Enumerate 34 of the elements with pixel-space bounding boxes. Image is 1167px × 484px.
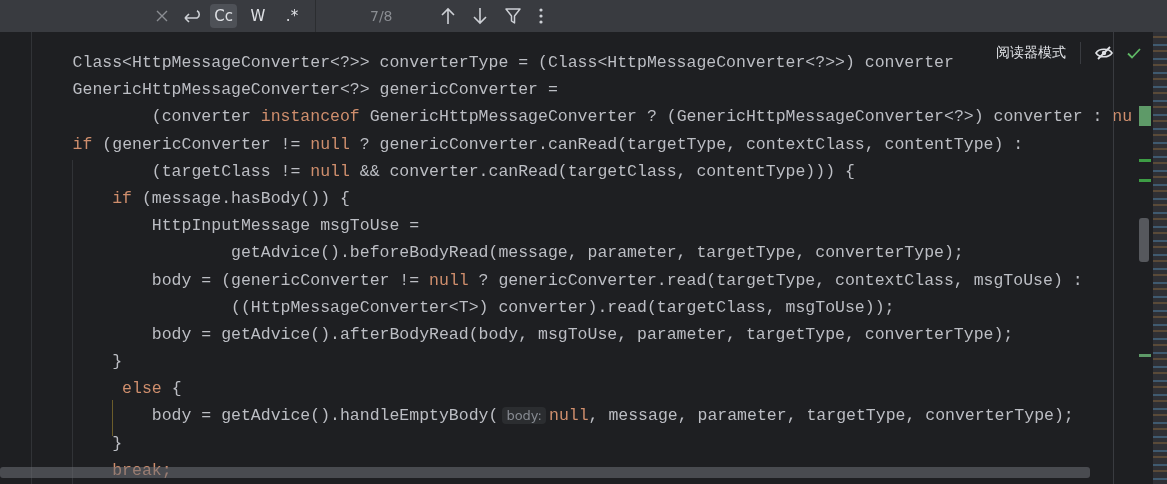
- change-marker: [1139, 159, 1151, 162]
- code-line: HttpInputMessage msgToUse =: [150, 215, 420, 238]
- code-line: ((HttpMessageConverter<T>) converter).read(targetClass, msgToUse));: [230, 296, 895, 319]
- search-option-toggle[interactable]: Cc: [210, 4, 237, 28]
- search-option-toggle[interactable]: .*: [279, 4, 305, 28]
- code-line: body = (genericConverter != null ? genericConverter.read(targetType, contextClass, msgToUse) :: [150, 269, 1083, 292]
- code-line: GenericHttpMessageConverter<?> genericConverter =: [71, 79, 558, 102]
- code-line: else {: [121, 378, 182, 401]
- code-line: Class<HttpMessageConverter<?>> converterType = (Class<HttpMessageConverter<?>>) converter: [71, 52, 954, 74]
- code-line: body = getAdvice().handleEmptyBody( body: null, message, parameter, targetType, converterType);: [150, 405, 1074, 428]
- close-icon[interactable]: [156, 10, 169, 22]
- code-line: getAdvice().beforeBodyRead(message, parameter, targetType, converterType);: [230, 242, 964, 265]
- reader-mode-label[interactable]: 阅读器模式: [996, 44, 1066, 62]
- filter-icon[interactable]: [504, 7, 521, 25]
- change-marker: [1139, 106, 1151, 126]
- arrow-up-icon[interactable]: [440, 7, 455, 25]
- check-icon: [1127, 47, 1141, 59]
- code-line: if (genericConverter != null ? genericConverter.canRead(targetType, contextClass, contentType) :: [71, 133, 1024, 156]
- change-marker: [1139, 179, 1151, 182]
- eye-crossed-icon[interactable]: [1095, 46, 1113, 60]
- change-marker: [1139, 354, 1151, 357]
- code-line: break;: [111, 459, 172, 482]
- match-count: 7/8: [370, 8, 393, 24]
- vertical-scrollbar-thumb[interactable]: [1139, 218, 1149, 262]
- more-icon[interactable]: [538, 8, 543, 24]
- code-line: }: [111, 351, 123, 374]
- code-line: }: [111, 432, 123, 455]
- code-line: body = getAdvice().afterBodyRead(body, msgToUse, parameter, targetType, converterType);: [150, 323, 1014, 346]
- code-line: (targetClass != null && converter.canRead(targetClass, contentType))) {: [150, 160, 855, 183]
- wrap-arrow-icon[interactable]: [182, 8, 203, 24]
- arrow-down-icon[interactable]: [472, 7, 487, 25]
- search-option-toggle[interactable]: W: [245, 4, 271, 28]
- code-line: (converter instanceof GenericHttpMessageConverter ? (GenericHttpMessageConverter<?>) converter : nu: [150, 106, 1133, 129]
- code-line: if (message.hasBody()) {: [111, 187, 350, 210]
